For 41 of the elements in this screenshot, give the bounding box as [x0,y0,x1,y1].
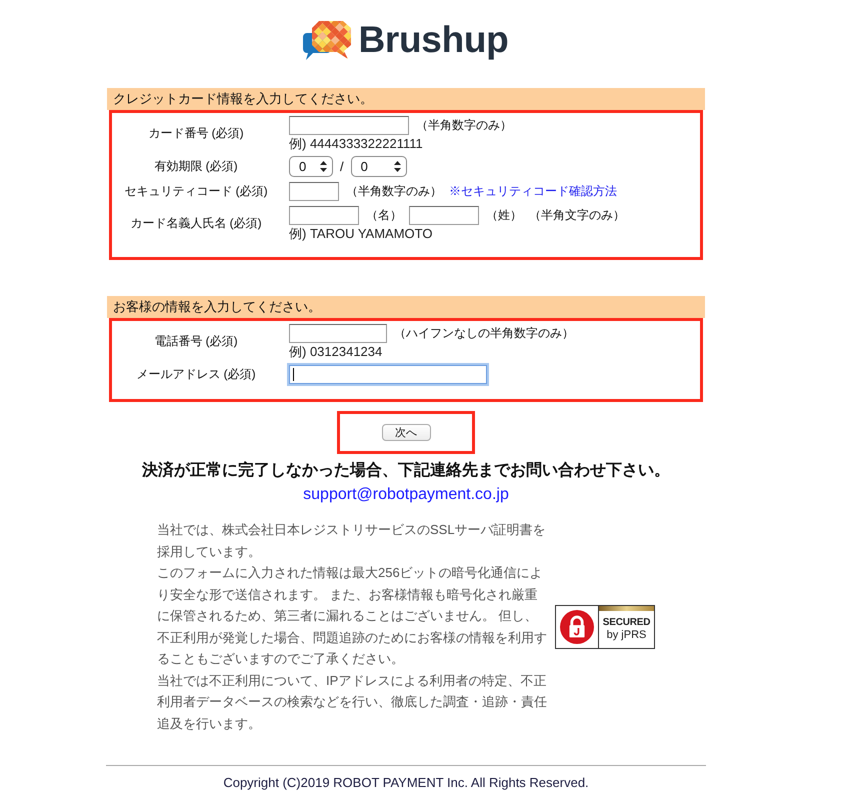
dropdown-select[interactable]: 0 [350,156,407,177]
date-separator: / [340,159,344,174]
text-input-field[interactable] [289,364,487,384]
field-label: 電話番号 (必須) [154,333,238,350]
text-input-field[interactable] [289,116,409,134]
updown-arrows-icon [394,161,401,172]
field-label: メールアドレス (必須) [136,366,256,382]
logo-text: Brushup [358,18,508,62]
field-label: カード番号 (必須) [148,125,244,142]
padlock-icon [560,610,594,644]
updown-arrows-icon [320,161,327,172]
security-notice-paragraph: 当社では不正利用について、IPアドレスによる利用者の特定、不正利用者データベースの検索などを行い、徹底した調査・追跡・責任追及を行います。 [157,672,548,732]
example-text: 例) 0312341234 [289,343,382,360]
hint-text: （ハイフンなしの半角数字のみ） [394,324,574,342]
field-label: カード名義人氏名 (必須) [130,215,262,232]
text-input-field[interactable] [409,206,479,224]
security-notice-paragraph: 当社では、株式会社日本レジストリサービスのSSLサーバ証明書を採用しています。 [157,521,547,560]
section-header: お客様の情報を入力してください。 [107,296,705,318]
hint-text: （半角文字のみ） [529,206,625,224]
hint-text: （半角数字のみ） [346,182,442,200]
hint-text: （姓） [486,206,522,224]
hint-text: （半角数字のみ） [416,116,512,134]
section-header: クレジットカード情報を入力してください。 [107,88,705,110]
notice-heading: 決済が正常に完了しなかった場合、下記連絡先までお問い合わせ下さい。 [142,460,670,481]
help-link[interactable]: ※セキュリティコード確認方法 [449,182,617,200]
seal-text: by jPRS [606,628,646,642]
dropdown-select[interactable]: 0 [289,156,333,177]
seal-text: SECURED [602,616,650,628]
text-input-field[interactable] [289,182,339,200]
hint-text: （名） [366,206,402,224]
text-input-field[interactable] [289,206,359,224]
text-input-field[interactable] [289,324,387,342]
example-text: 例) TAROU YAMAMOTO [289,225,432,242]
field-label: セキュリティコード (必須) [124,182,268,200]
security-notice-paragraph: このフォームに入力された情報は最大256ビットの暗号化通信により安全な形で送信されます。 また、お客様情報も暗号化され厳重に保管されるため、第三者に漏れることはございません。 但し、不正利用が発覚した場合、問題追跡のためにお客様の情報を利用することもございますのでご了承ください。 [157,564,548,668]
next-button[interactable]: 次へ [382,424,430,441]
field-label: 有効期限 (必須) [154,158,238,175]
copyright-text: Copyright (C)2019 ROBOT PAYMENT Inc. All Rights Reserved. [223,775,589,790]
support-email-link[interactable]: support@robotpayment.co.jp [303,484,509,506]
chat-bubbles-icon [303,19,354,61]
example-text: 例) 4444333322221111 [289,135,423,152]
